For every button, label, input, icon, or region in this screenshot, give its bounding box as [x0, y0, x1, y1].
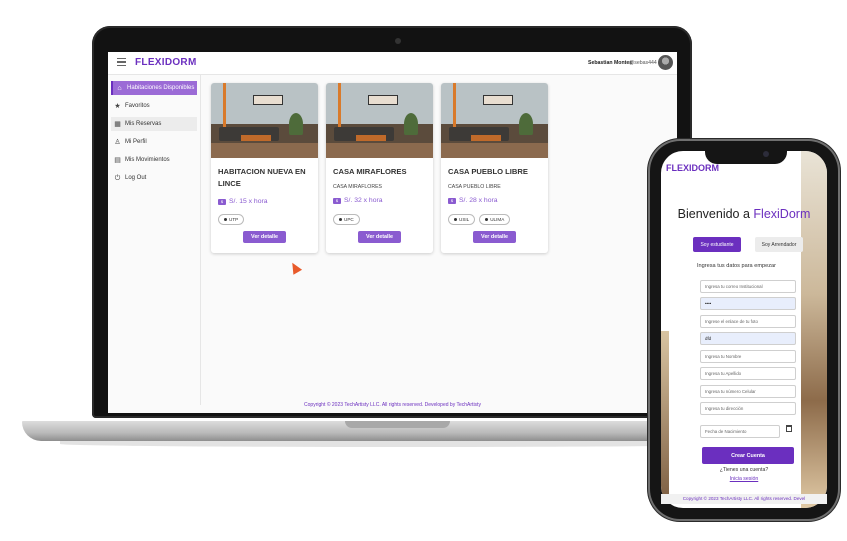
account-question: ¿Tienes una cuenta? — [719, 467, 769, 473]
phone-camera — [763, 151, 769, 157]
background-photo — [801, 151, 827, 508]
user-handle: @sebas444 — [629, 60, 657, 66]
card-title: HABITACION NUEVA EN LINCE — [218, 167, 306, 188]
price-text: S/. 28 x hora — [459, 197, 498, 204]
user-name: Sebastian Montes — [588, 60, 633, 66]
price-text: S/. 15 x hora — [229, 198, 268, 205]
money-icon: $ — [218, 198, 226, 205]
sidebar-item-logout[interactable]: ⏻ Log Out — [111, 171, 197, 185]
card-subtitle: CASA PUEBLO LIBRE — [448, 184, 501, 190]
sidebar-item-label: Favoritos — [125, 103, 150, 109]
university-chip: USIL — [448, 214, 476, 225]
text-field[interactable]: dfd — [700, 332, 796, 345]
sidebar-item-habitaciones[interactable]: ⌂ Habitaciones Disponibles — [111, 81, 197, 95]
brand-logo[interactable]: FLEXIDORM — [666, 163, 719, 173]
app-header: FLEXIDORM Sebastian Montes @sebas444 — [108, 52, 677, 75]
sidebar-item-reservas[interactable]: ▦ Mis Reservas — [111, 117, 197, 131]
last-name-field[interactable]: Ingresa tu Apellido — [700, 367, 796, 380]
university-chips: USIL ULIMA — [448, 214, 511, 225]
sidebar: ⌂ Habitaciones Disponibles ★ Favoritos ▦… — [108, 75, 201, 405]
card-price: $ S/. 28 x hora — [448, 197, 542, 204]
card-title: CASA MIRAFLORES — [333, 167, 407, 176]
star-icon: ★ — [114, 102, 121, 110]
password-field[interactable]: •••• — [700, 297, 796, 310]
mouse-cursor-icon — [287, 260, 303, 275]
sidebar-item-label: Habitaciones Disponibles — [127, 85, 195, 91]
photo-url-field[interactable]: Ingrese el enlace de tu foto — [700, 315, 796, 328]
birthdate-field[interactable]: Fecha de Nacimiento — [700, 425, 780, 438]
laptop-camera — [395, 38, 401, 44]
welcome-title: Bienvenido a FlexiDorm — [677, 207, 811, 221]
brand-logo[interactable]: FLEXIDORM — [135, 57, 197, 68]
room-card[interactable]: CASA PUEBLO LIBRE CASA PUEBLO LIBRE $ S/… — [441, 83, 548, 253]
avatar[interactable] — [658, 55, 673, 70]
university-chips: UTP — [218, 214, 245, 225]
calendar-icon[interactable] — [786, 425, 792, 432]
sidebar-item-perfil[interactable]: ♙ Mi Perfil — [111, 135, 197, 149]
tab-estudiante[interactable]: Soy estudiante — [693, 237, 741, 252]
money-icon: $ — [448, 197, 456, 204]
university-chips: UPC — [333, 214, 360, 225]
wallet-icon: ▤ — [114, 156, 121, 164]
university-chip: ULIMA — [479, 214, 511, 225]
person-icon: ♙ — [114, 138, 121, 146]
card-title: CASA PUEBLO LIBRE — [448, 167, 528, 176]
card-price: $ S/. 15 x hora — [218, 198, 312, 205]
card-subtitle: CASA MIRAFLORES — [333, 184, 383, 190]
university-chip: UTP — [218, 214, 245, 225]
sidebar-item-label: Log Out — [125, 175, 147, 181]
money-icon: $ — [333, 197, 341, 204]
calendar-icon: ▦ — [114, 120, 121, 128]
sidebar-item-label: Mis Reservas — [125, 121, 162, 127]
power-icon: ⏻ — [114, 174, 121, 182]
menu-icon[interactable] — [117, 58, 126, 66]
price-text: S/. 32 x hora — [344, 197, 383, 204]
first-name-field[interactable]: Ingresa tu Nombre — [700, 350, 796, 363]
email-field[interactable]: Ingresa tu correo Institucional — [700, 280, 796, 293]
sidebar-item-favoritos[interactable]: ★ Favoritos — [111, 99, 197, 113]
form-hint: Ingresa tus datos para empezar — [697, 263, 776, 269]
home-icon: ⌂ — [117, 84, 122, 92]
room-card[interactable]: HABITACION NUEVA EN LINCE $ S/. 15 x hor… — [211, 83, 318, 253]
ver-detalle-button[interactable]: Ver detalle — [243, 231, 286, 243]
create-account-button[interactable]: Crear Cuenta — [702, 447, 794, 464]
sidebar-item-label: Mis Movimientos — [125, 157, 170, 163]
phone-notch — [705, 146, 787, 164]
card-price: $ S/. 32 x hora — [333, 197, 427, 204]
phone-footer-copyright: Copyright © 2023 TechArtisty LLC. All ri… — [661, 494, 827, 504]
ver-detalle-button[interactable]: Ver detalle — [358, 231, 401, 243]
tab-arrendador[interactable]: Soy Arrendador — [755, 237, 803, 252]
room-card[interactable]: CASA MIRAFLORES CASA MIRAFLORES $ S/. 32… — [326, 83, 433, 253]
laptop-shadow — [60, 441, 750, 447]
room-photo[interactable] — [211, 83, 318, 158]
sidebar-item-label: Mi Perfil — [125, 139, 147, 145]
room-photo[interactable] — [326, 83, 433, 158]
room-photo[interactable] — [441, 83, 548, 158]
sidebar-item-movimientos[interactable]: ▤ Mis Movimientos — [111, 153, 197, 167]
ver-detalle-button[interactable]: Ver detalle — [473, 231, 516, 243]
phone-number-field[interactable]: Ingresa tu número Celular — [700, 385, 796, 398]
address-field[interactable]: Ingresa tu dirección — [700, 402, 796, 415]
laptop-base-notch — [345, 421, 450, 428]
footer-copyright: Copyright © 2023 TechArtisty LLC. All ri… — [304, 402, 481, 408]
laptop-screen: FLEXIDORM Sebastian Montes @sebas444 ⌂ H… — [108, 52, 677, 413]
login-link[interactable]: Inicia sesión — [661, 476, 827, 482]
university-chip: UPC — [333, 214, 360, 225]
